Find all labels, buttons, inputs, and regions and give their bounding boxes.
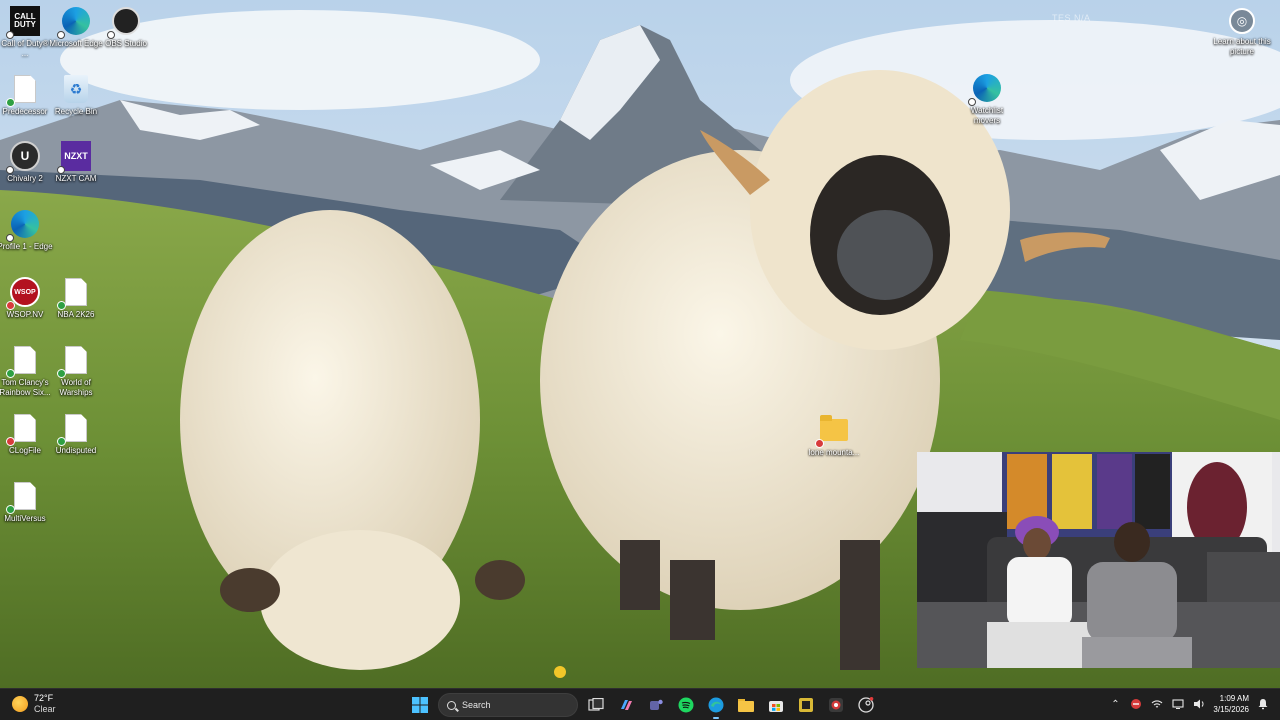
taskbar-search[interactable]: Search — [438, 693, 578, 717]
desktop-icon-chivalry-2[interactable]: U Chivalry 2 — [0, 140, 51, 184]
edge-taskbar-button[interactable] — [704, 693, 728, 719]
desktop-icon-rainbow-six[interactable]: Tom Clancy's Rainbow Six... — [0, 344, 51, 398]
desktop-icon-recycle-bin[interactable]: ♻ Recycle Bin — [50, 73, 102, 117]
desktop-icon-label: Predecessor — [2, 107, 48, 116]
edge-icon — [57, 5, 92, 39]
desktop-icon-profile-1-edge[interactable]: Profile 1 - Edge — [0, 208, 53, 252]
app-red-button[interactable] — [824, 693, 848, 717]
edge-icon — [6, 208, 41, 242]
start-button[interactable] — [408, 693, 432, 717]
nzxt-icon: NZXT — [57, 140, 92, 174]
webcam-overlay — [917, 452, 1280, 668]
desktop-icon-label: Watchlist movers — [970, 106, 1004, 125]
spotify-button[interactable] — [674, 693, 698, 717]
desktop-icon-label: NZXT CAM — [55, 174, 97, 183]
app-steam-button[interactable] — [854, 693, 878, 717]
spotify-icon — [678, 697, 694, 713]
desktop-icon-label: Tom Clancy's Rainbow Six... — [0, 378, 51, 397]
wsop-icon: WSOP — [6, 276, 41, 310]
desktop-icon-label: NBA 2K26 — [57, 310, 95, 319]
desktop-icon-label: CLogFile — [8, 446, 41, 455]
clock-time: 1:09 AM — [1219, 694, 1249, 703]
task-view-button[interactable] — [584, 693, 608, 717]
call-of-duty-icon: CALL DUTY — [6, 5, 41, 39]
moon-weather-icon — [12, 696, 28, 712]
edge-icon — [708, 697, 724, 713]
taskbar: 72°F Clear Search ⌃ 1:09 AM 3/15/2026 — [0, 688, 1280, 720]
desktop-icon-lone-mountain-folder[interactable]: lone mounta... — [808, 414, 860, 458]
store-button[interactable] — [764, 693, 788, 717]
teams-button[interactable] — [644, 693, 668, 717]
desktop-icon-obs-studio[interactable]: OBS Studio — [100, 5, 152, 49]
desktop-icon-label: Call of Duty® ... — [1, 39, 49, 58]
faint-overlay-text: TES N/A — [1052, 13, 1091, 23]
document-icon — [6, 412, 41, 446]
document-icon — [6, 73, 41, 107]
file-explorer-button[interactable] — [734, 693, 758, 717]
security-icon[interactable] — [1129, 697, 1143, 711]
windows-logo-icon — [412, 697, 428, 713]
desktop-icon-nzxt-cam[interactable]: NZXT NZXT CAM — [50, 140, 102, 184]
clock-date: 3/15/2026 — [1213, 705, 1249, 714]
steam-icon — [858, 697, 874, 713]
desktop-icon-label: OBS Studio — [105, 39, 147, 48]
task-view-icon — [588, 698, 604, 711]
obs-icon — [107, 5, 142, 39]
store-icon — [769, 701, 783, 712]
volume-icon[interactable] — [1192, 697, 1206, 711]
desktop-icon-label: Profile 1 - Edge — [0, 242, 53, 251]
desktop-icon-label: Microsoft Edge — [49, 39, 103, 48]
system-tray: ⌃ 1:09 AM 3/15/2026 — [1108, 693, 1270, 715]
desktop-icon-call-of-duty[interactable]: CALL DUTY Call of Duty® ... — [0, 5, 51, 59]
folder-icon — [815, 414, 850, 448]
taskbar-clock[interactable]: 1:09 AM 3/15/2026 — [1213, 693, 1249, 715]
document-icon — [57, 276, 92, 310]
desktop-icon-predecessor[interactable]: Predecessor — [0, 73, 51, 117]
search-placeholder: Search — [462, 700, 491, 710]
weather-condition: Clear — [34, 704, 56, 714]
recycle-bin-icon: ♻ — [60, 73, 92, 105]
desktop-icon-microsoft-edge[interactable]: Microsoft Edge — [49, 5, 103, 49]
document-icon — [57, 412, 92, 446]
learn-about-label: Learn about this picture — [1213, 37, 1271, 56]
copilot-icon — [621, 700, 632, 710]
document-icon — [6, 480, 41, 514]
desktop-icon-world-of-warships[interactable]: World of Warships — [50, 344, 102, 398]
desktop-icon-label: Recycle Bin — [54, 107, 98, 116]
desktop-icon-multiversus[interactable]: MultiVersus — [0, 480, 51, 524]
folder-icon — [738, 699, 754, 712]
desktop-icon-clogfile[interactable]: CLogFile — [0, 412, 51, 456]
notification-bell-icon[interactable] — [1256, 697, 1270, 711]
desktop-icon-watchlist-movers[interactable]: Watchlist movers — [961, 72, 1013, 126]
chevron-up-icon[interactable]: ⌃ — [1108, 697, 1122, 711]
copilot-button[interactable] — [614, 693, 638, 717]
weather-widget[interactable]: 72°F Clear — [12, 693, 56, 715]
teams-icon — [650, 699, 663, 710]
webcam-scene — [917, 452, 1280, 668]
desktop-icon-undisputed[interactable]: Undisputed — [50, 412, 102, 456]
camera-lens-icon: ◎ — [1229, 8, 1255, 34]
taskbar-center: Search — [408, 693, 878, 719]
document-icon — [6, 344, 41, 378]
desktop-icon-label: Undisputed — [55, 446, 97, 455]
app-yellow-icon — [799, 698, 813, 712]
network-icon[interactable] — [1150, 697, 1164, 711]
desktop-icon-label: MultiVersus — [4, 514, 46, 523]
desktop-icon-label: Chivalry 2 — [7, 174, 43, 183]
display-icon[interactable] — [1171, 697, 1185, 711]
edge-icon — [968, 72, 1003, 106]
learn-about-this-picture[interactable]: ◎ Learn about this picture — [1212, 8, 1272, 57]
desktop-icon-label: WSOP.NV — [6, 310, 44, 319]
app-yellow-button[interactable] — [794, 693, 818, 717]
desktop-icon-wsop[interactable]: WSOP WSOP.NV — [0, 276, 51, 320]
unreal-icon: U — [6, 140, 41, 174]
document-icon — [57, 344, 92, 378]
desktop-icon-nba-2k26[interactable]: NBA 2K26 — [50, 276, 102, 320]
desktop-icon-label: lone mounta... — [808, 448, 860, 457]
weather-temp: 72°F — [34, 693, 54, 703]
search-icon — [447, 700, 456, 710]
app-red-icon — [829, 698, 843, 712]
desktop-icon-label: World of Warships — [59, 378, 93, 397]
